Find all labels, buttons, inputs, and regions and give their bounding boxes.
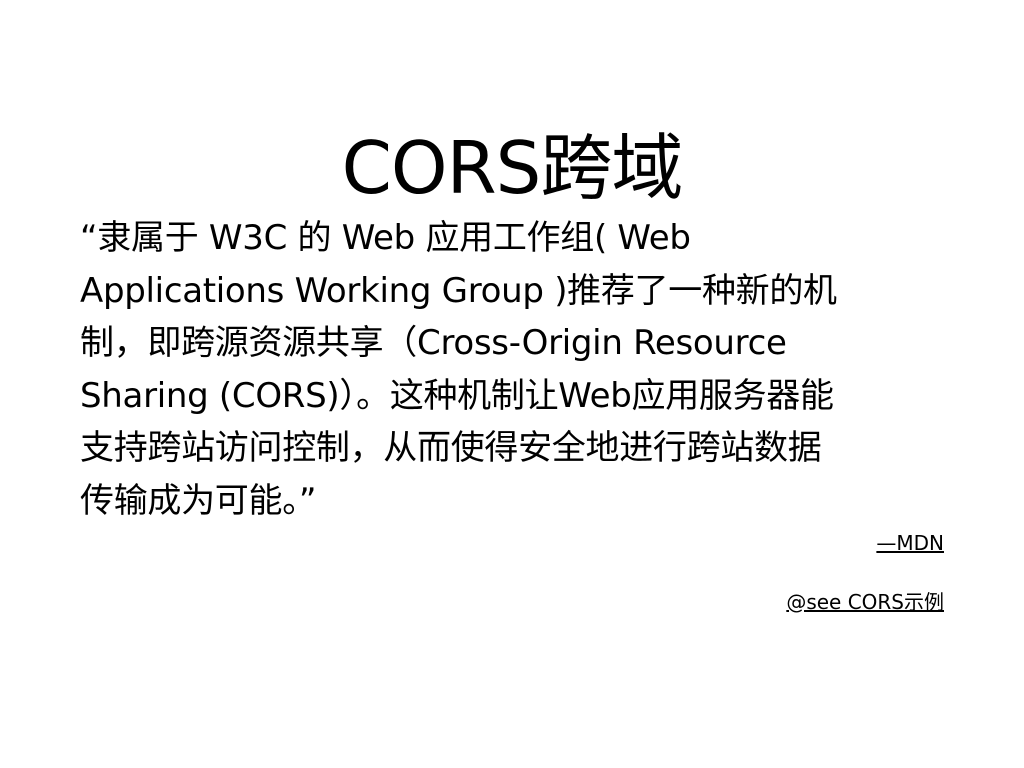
quote-line-3: 制，即跨源资源共享（Cross-Origin Resource [80,323,787,363]
quote-block: “隶属于 W3C 的 Web 应用工作组( Web Applications W… [80,212,952,527]
quote-line-1: “隶属于 W3C 的 Web 应用工作组( Web [80,218,691,258]
quote-line-2: Applications Working Group )推荐了一种新的机 [80,270,837,311]
see-cors-example-link[interactable]: @see CORS示例 [786,588,944,616]
quote-line-6: 传输成为可能。” [80,480,317,521]
slide: CORS跨域 “隶属于 W3C 的 Web 应用工作组( Web Applica… [0,0,1024,768]
attribution-link[interactable]: —MDN [876,529,944,557]
slide-title: CORS跨域 [341,126,684,211]
quote-line-4: Sharing (CORS)）。这种机制让Web应用服务器能 [80,375,834,416]
quote-line-5: 支持跨站访问控制，从而使得安全地进行跨站数据 [80,428,822,468]
